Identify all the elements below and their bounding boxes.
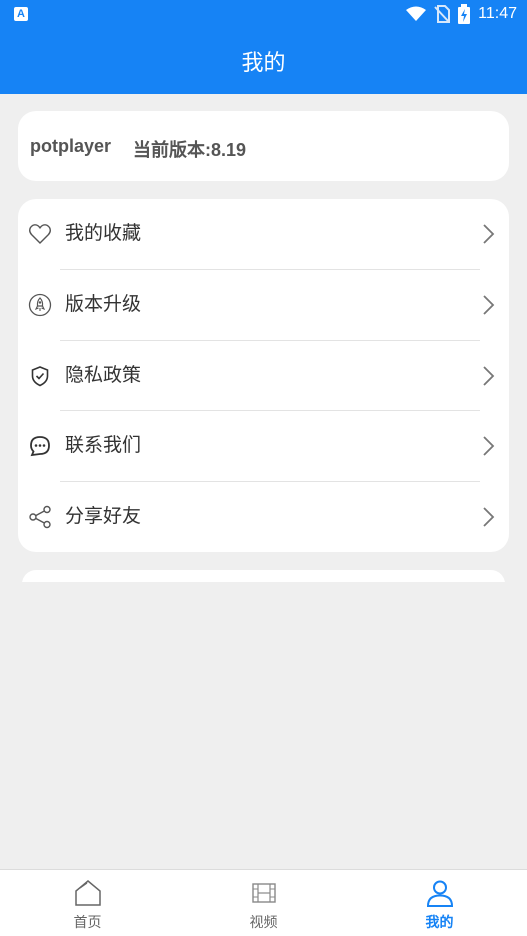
menu-label: 版本升级 [65, 294, 142, 315]
status-bar: 11:47 [0, 0, 527, 28]
user-icon [426, 880, 454, 907]
chevron-right-icon [483, 295, 495, 315]
menu-item-favorites[interactable]: 我的收藏 [18, 199, 509, 269]
tab-home[interactable]: 首页 [0, 870, 175, 936]
menu-item-upgrade[interactable]: 版本升级 [18, 270, 509, 340]
heart-icon [29, 224, 51, 244]
film-icon [252, 883, 276, 903]
status-time: 11:47 [478, 5, 517, 22]
shield-check-icon [31, 366, 49, 387]
chevron-right-icon [483, 507, 495, 527]
chevron-right-icon [483, 436, 495, 456]
menu-item-contact[interactable]: 联系我们 [18, 411, 509, 481]
tab-mine[interactable]: 我的 [352, 870, 527, 936]
bottom-tab-bar: 首页 视频 我的 [0, 869, 527, 936]
tab-label: 视频 [249, 914, 278, 930]
background-mask [0, 582, 527, 602]
wifi-icon [406, 6, 427, 21]
home-icon [75, 880, 101, 906]
tab-video[interactable]: 视频 [176, 870, 351, 936]
page-title: 我的 [241, 50, 286, 75]
menu-label: 联系我们 [65, 435, 142, 456]
share-icon [29, 505, 51, 529]
title-bar: 我的 [0, 28, 527, 94]
menu-label: 隐私政策 [65, 365, 142, 386]
menu-label: 我的收藏 [65, 223, 142, 244]
app-version: 当前版本:8.19 [133, 140, 247, 160]
menu-item-share[interactable]: 分享好友 [18, 482, 509, 552]
menu-card: 我的收藏 版本升级 隐私政策 联系我们 分享好友 [18, 199, 509, 552]
menu-item-privacy[interactable]: 隐私政策 [18, 341, 509, 411]
chat-bubble-icon [30, 436, 50, 457]
chevron-right-icon [483, 366, 495, 386]
rocket-icon [28, 293, 52, 317]
tab-label: 首页 [73, 914, 102, 930]
menu-label: 分享好友 [65, 506, 142, 527]
tab-label: 我的 [425, 914, 454, 930]
chevron-right-icon [483, 224, 495, 244]
no-sim-icon [434, 5, 451, 23]
status-icons: 11:47 [406, 4, 517, 24]
app-info-card: potplayer 当前版本:8.19 [18, 111, 509, 181]
battery-charging-icon [458, 4, 471, 24]
app-notification-icon [14, 7, 28, 21]
app-name: potplayer [30, 136, 112, 156]
